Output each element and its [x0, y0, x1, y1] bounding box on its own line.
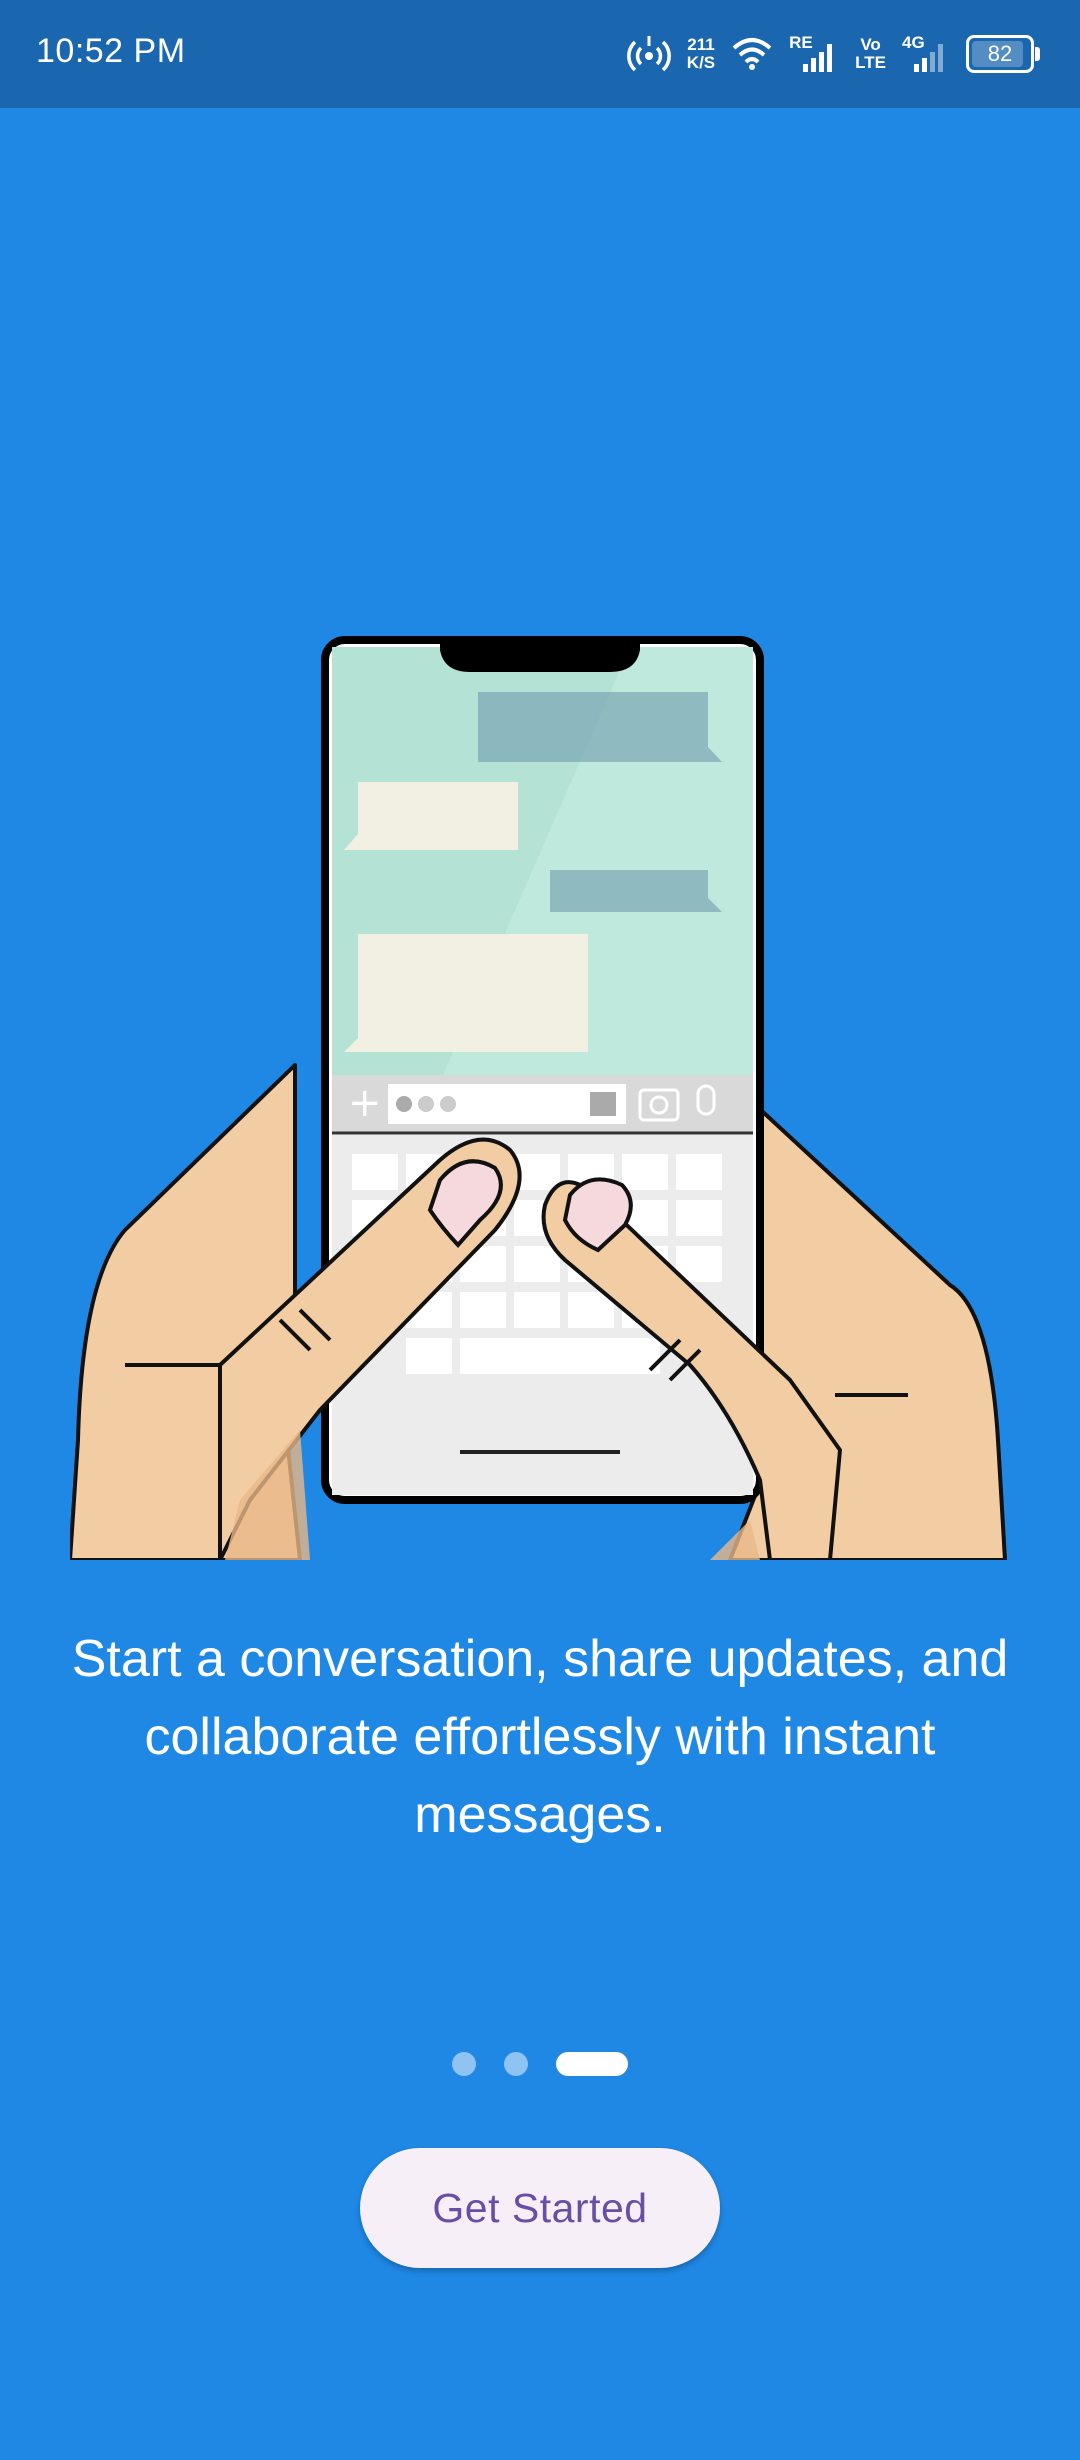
- network-speed-value: 211: [687, 35, 715, 54]
- page-dot-1[interactable]: [452, 2052, 476, 2076]
- battery-level: 82: [987, 41, 1013, 66]
- chat-bubble: [358, 782, 518, 850]
- signal-sim2: 4G: [902, 34, 950, 74]
- page-dot-2[interactable]: [504, 2052, 528, 2076]
- signal-strength-icon: [803, 44, 833, 72]
- volte-top: Vo: [860, 35, 881, 54]
- get-started-button[interactable]: Get Started: [360, 2148, 720, 2268]
- onboarding-message: Start a conversation, share updates, and…: [71, 1630, 1009, 1844]
- chat-bubble: [478, 692, 708, 762]
- volte-badge: Vo LTE: [855, 36, 886, 72]
- chat-bubble: [550, 870, 708, 912]
- svg-text:+: +: [348, 1080, 382, 1126]
- page-dot-3-active[interactable]: [556, 2052, 628, 2076]
- network-speed: 211 K/S: [687, 36, 715, 72]
- onboarding-illustration: +: [70, 636, 1007, 1560]
- wifi-icon: [732, 38, 772, 70]
- page-indicator[interactable]: [0, 2052, 1080, 2076]
- battery-indicator: 82: [966, 35, 1040, 73]
- volte-bottom: LTE: [855, 53, 886, 72]
- signal-sim1: RE: [789, 34, 839, 74]
- status-icons: 211 K/S RE Vo LTE 4G 82: [626, 26, 1040, 82]
- network-speed-unit: K/S: [686, 53, 716, 72]
- signal-strength-icon: [914, 44, 943, 72]
- phone-notch: [440, 642, 640, 672]
- hotspot-icon: [626, 36, 671, 72]
- status-time: 10:52 PM: [36, 32, 186, 70]
- chat-bubble: [358, 934, 588, 1052]
- status-bar: 10:52 PM 211 K/S RE Vo LTE 4G 82: [0, 0, 1080, 108]
